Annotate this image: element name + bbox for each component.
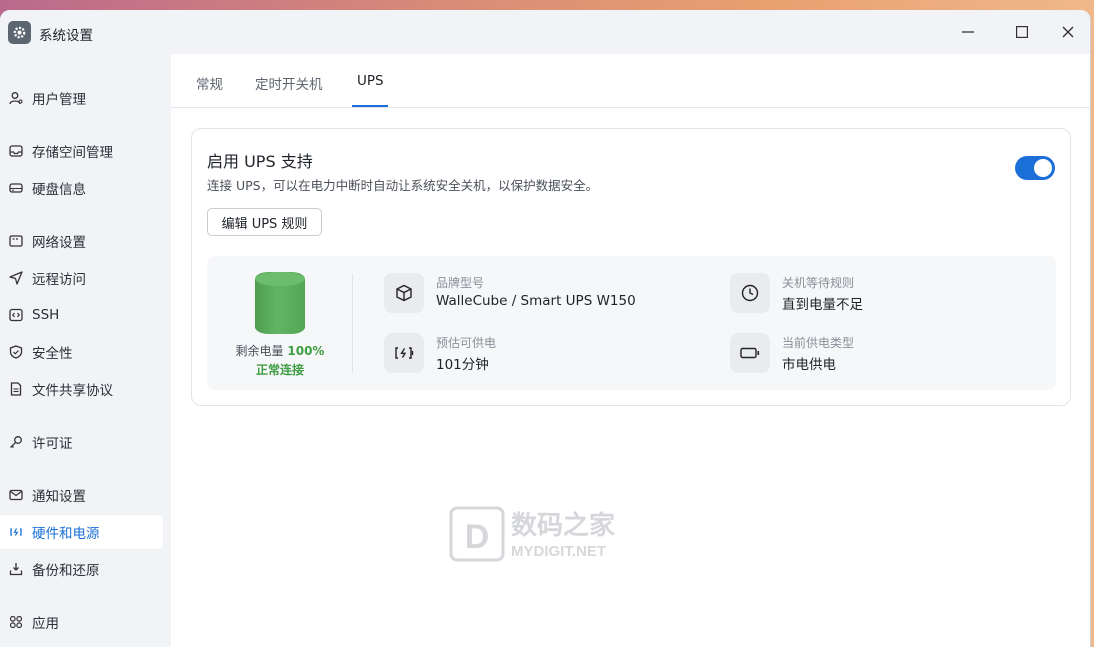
connection-status: 正常连接 — [255, 363, 304, 377]
edit-ups-rules-button[interactable]: 编辑 UPS 规则 — [207, 208, 322, 236]
close-button[interactable] — [1058, 22, 1078, 42]
power-type-value: 市电供电 — [782, 357, 836, 373]
box-icon — [384, 273, 424, 313]
sidebar-item-label: 应用 — [32, 616, 59, 632]
sidebar-item-label: 文件共享协议 — [32, 383, 113, 399]
clock-icon — [730, 273, 770, 313]
shutdown-rule-label: 关机等待规则 — [782, 276, 855, 290]
user-icon — [8, 90, 24, 106]
battery-label: 剩余电量 — [235, 344, 284, 358]
sidebar-item-label: 硬件和电源 — [32, 526, 100, 542]
window-title: 系统设置 — [39, 28, 93, 44]
battery-top — [255, 272, 305, 286]
ups-description: 连接 UPS，可以在电力中断时自动让系统安全关机，以保护数据安全。 — [207, 178, 599, 193]
watermark-sub: MYDIGIT.NET — [511, 543, 606, 560]
battery-charging-icon — [8, 524, 24, 540]
code-icon — [8, 307, 24, 323]
sidebar-item-label: 网络设置 — [32, 235, 86, 251]
key-icon — [8, 434, 24, 450]
storage-icon — [8, 143, 24, 159]
shutdown-rule-value: 直到电量不足 — [782, 297, 863, 313]
tab-general[interactable]: 常规 — [196, 73, 223, 93]
settings-gear-icon — [8, 21, 31, 44]
sidebar-item-label: 许可证 — [32, 436, 73, 452]
sidebar-item-file-sharing[interactable]: 文件共享协议 — [0, 372, 163, 406]
sidebar-item-apps[interactable]: 应用 — [0, 605, 163, 639]
ups-status-panel: 剩余电量 100% 正常连接 品牌型号 WalleCube / Smart UP… — [207, 256, 1056, 390]
tab-scheduled-power[interactable]: 定时开关机 — [255, 73, 323, 93]
sidebar: 用户管理 存储空间管理 硬盘信息 网络设置 远程访问 SSH 安全性 文件共享协… — [0, 54, 171, 647]
network-icon — [8, 233, 24, 249]
tab-bar: 常规 定时开关机 UPS — [171, 54, 1090, 108]
sidebar-item-storage[interactable]: 存储空间管理 — [0, 134, 163, 168]
title-bar: 系统设置 — [0, 10, 1090, 54]
sidebar-item-license[interactable]: 许可证 — [0, 425, 163, 459]
runtime-value: 101分钟 — [436, 357, 489, 373]
ups-enable-toggle[interactable] — [1015, 156, 1055, 180]
minimize-button[interactable] — [958, 22, 978, 42]
model-value: WalleCube / Smart UPS W150 — [436, 293, 636, 309]
svg-text:D: D — [465, 518, 490, 556]
shield-icon — [8, 344, 24, 360]
sidebar-item-ssh[interactable]: SSH — [0, 298, 163, 332]
runtime-label: 预估可供电 — [436, 336, 497, 350]
battery-remaining: 剩余电量 100% — [207, 342, 353, 359]
sidebar-item-security[interactable]: 安全性 — [0, 335, 163, 369]
watermark-logo: D 数码之家 MYDIGIT.NET — [449, 506, 649, 566]
battery-charging-icon — [384, 333, 424, 373]
apps-grid-icon — [8, 614, 24, 630]
sidebar-item-label: 用户管理 — [32, 92, 86, 108]
sidebar-item-backup-restore[interactable]: 备份和还原 — [0, 552, 163, 586]
sidebar-item-label: 通知设置 — [32, 489, 86, 505]
tab-ups[interactable]: UPS — [357, 73, 384, 89]
sidebar-item-label: 存储空间管理 — [32, 145, 113, 161]
file-icon — [8, 381, 24, 397]
sidebar-item-label: SSH — [32, 307, 60, 323]
battery-percent: 100% — [287, 344, 325, 358]
sidebar-item-hardware-power[interactable]: 硬件和电源 — [0, 515, 163, 549]
toggle-knob — [1034, 159, 1052, 177]
settings-window: 系统设置 用户管理 存储空间管理 硬盘信息 网络设置 远程访问 SSH 安全性 … — [0, 10, 1091, 647]
disk-icon — [8, 180, 24, 196]
watermark-text: 数码之家 — [511, 510, 615, 541]
ups-card: 启用 UPS 支持 连接 UPS，可以在电力中断时自动让系统安全关机，以保护数据… — [191, 128, 1071, 406]
divider — [352, 274, 353, 372]
plug-battery-icon — [730, 333, 770, 373]
power-type-label: 当前供电类型 — [782, 336, 855, 350]
sidebar-item-label: 远程访问 — [32, 272, 86, 288]
maximize-button[interactable] — [1012, 22, 1032, 42]
download-tray-icon — [8, 561, 24, 577]
sidebar-item-remote-access[interactable]: 远程访问 — [0, 261, 163, 295]
sidebar-item-disk[interactable]: 硬盘信息 — [0, 171, 163, 205]
sidebar-item-label: 备份和还原 — [32, 563, 100, 579]
sidebar-item-label: 安全性 — [32, 346, 73, 362]
active-tab-indicator — [352, 105, 388, 107]
model-label: 品牌型号 — [436, 276, 485, 290]
sidebar-item-notifications[interactable]: 通知设置 — [0, 478, 163, 512]
sidebar-item-label: 硬盘信息 — [32, 182, 86, 198]
sidebar-item-network[interactable]: 网络设置 — [0, 224, 163, 258]
mail-icon — [8, 487, 24, 503]
send-icon — [8, 270, 24, 286]
ups-title: 启用 UPS 支持 — [207, 152, 313, 171]
sidebar-item-users[interactable]: 用户管理 — [0, 81, 163, 115]
